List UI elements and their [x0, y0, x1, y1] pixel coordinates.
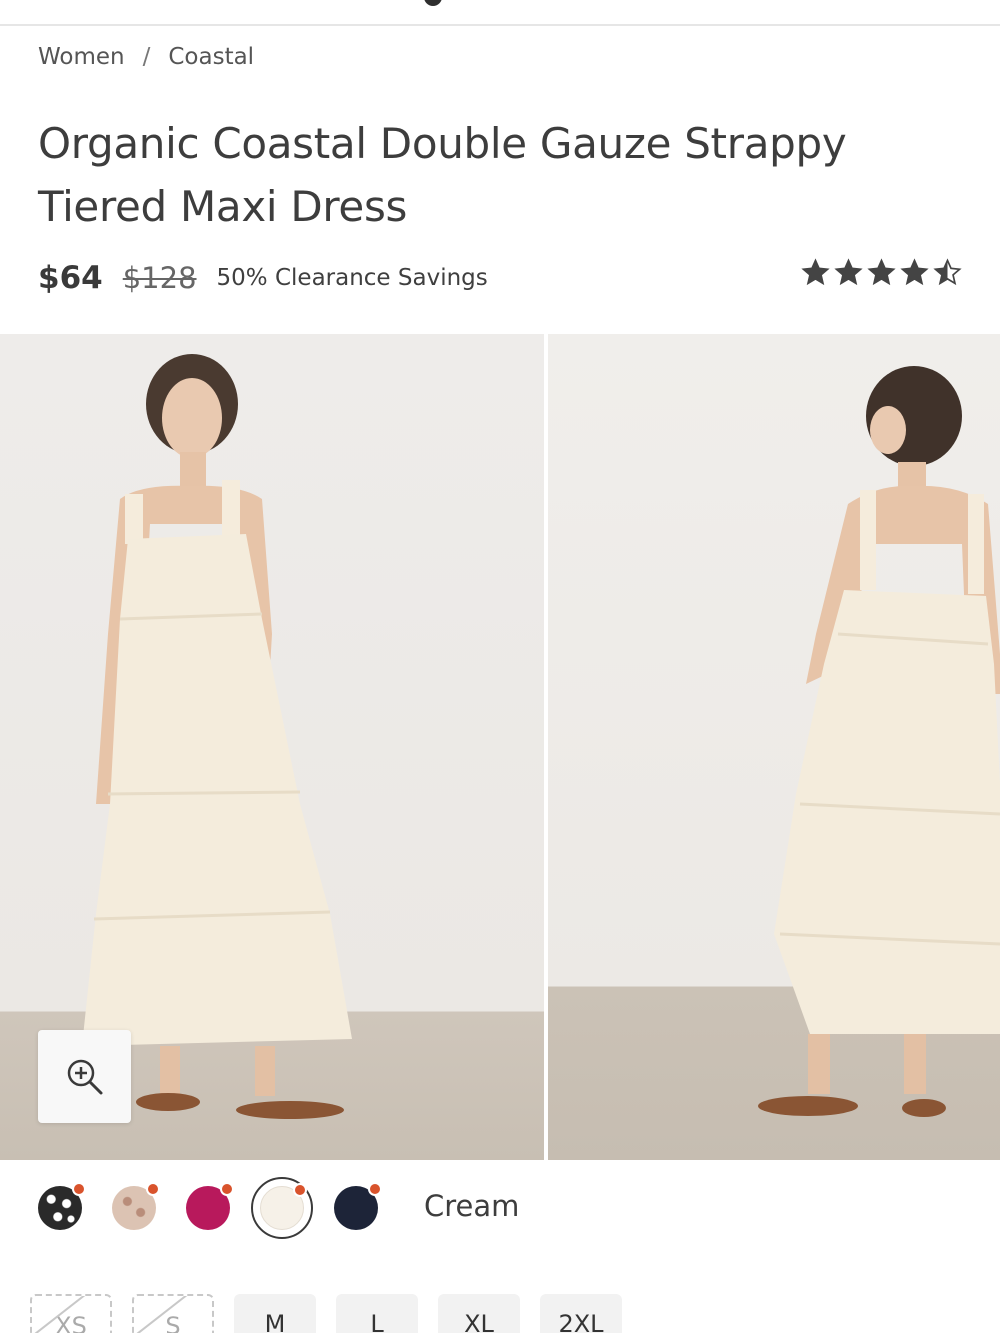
zoom-in-icon — [67, 1059, 102, 1094]
star-full-icon — [900, 258, 929, 286]
size-option-m[interactable]: M — [234, 1294, 316, 1333]
size-option-2xl[interactable]: 2XL — [540, 1294, 622, 1333]
breadcrumb-separator: / — [142, 44, 151, 70]
sale-indicator-dot — [146, 1182, 160, 1196]
price-row: $64 $128 50% Clearance Savings — [38, 255, 488, 301]
swatch-navy[interactable] — [334, 1182, 382, 1230]
product-photo-front[interactable] — [0, 334, 544, 1160]
star-full-icon — [801, 258, 830, 286]
sale-indicator-dot — [220, 1182, 234, 1196]
selected-color-name: Cream — [424, 1189, 520, 1223]
star-full-icon — [834, 258, 863, 286]
size-option-xl[interactable]: XL — [438, 1294, 520, 1333]
size-option-xs[interactable]: XS — [30, 1294, 112, 1333]
original-price: $128 — [122, 261, 197, 295]
breadcrumb-coastal[interactable]: Coastal — [168, 44, 254, 70]
breadcrumb: Women / Coastal — [38, 44, 254, 70]
zoom-button[interactable] — [38, 1030, 131, 1123]
sale-price: $64 — [38, 260, 103, 296]
size-selector: XS S M L XL 2XL — [30, 1294, 630, 1333]
sale-indicator-dot — [72, 1182, 86, 1196]
logo-fragment[interactable] — [424, 0, 442, 6]
size-option-s[interactable]: S — [132, 1294, 214, 1333]
size-option-l[interactable]: L — [336, 1294, 418, 1333]
breadcrumb-women[interactable]: Women — [38, 44, 125, 70]
swatch-cream[interactable] — [260, 1183, 307, 1230]
site-header — [0, 0, 1000, 26]
back-view-illustration — [758, 366, 1000, 1117]
swatch-magenta[interactable] — [186, 1182, 234, 1230]
savings-label: 50% Clearance Savings — [216, 265, 488, 291]
sale-indicator-dot — [368, 1182, 382, 1196]
sale-indicator-dot — [293, 1183, 307, 1197]
star-rating[interactable] — [801, 258, 962, 287]
product-photo-back[interactable] — [548, 334, 1000, 1160]
product-title: Organic Coastal Double Gauze Strappy Tie… — [38, 119, 847, 231]
swatch-blush-floral[interactable] — [112, 1182, 160, 1230]
swatch-black-floral[interactable] — [38, 1182, 86, 1230]
color-swatches — [36, 1177, 396, 1239]
star-full-icon — [867, 258, 896, 286]
star-half-icon — [933, 258, 962, 286]
